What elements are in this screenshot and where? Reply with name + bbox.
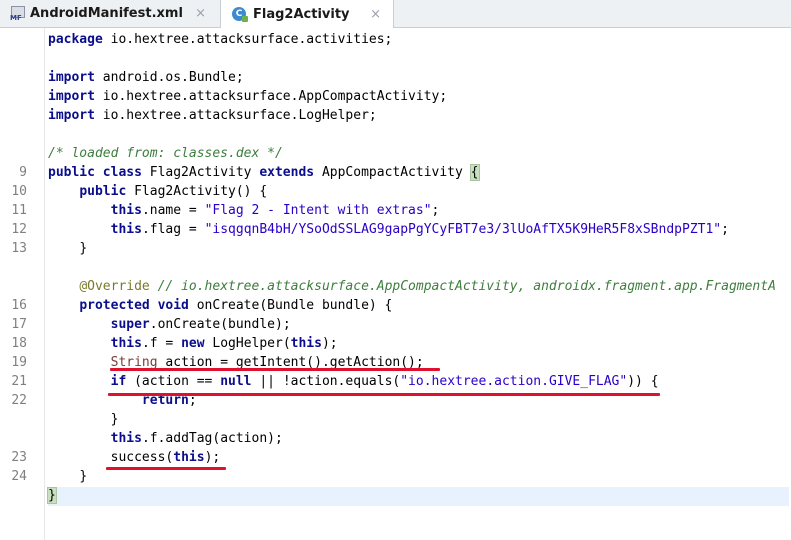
code-line: if (action == null || !action.equals("io… [110,374,659,389]
code-line: } [79,469,88,484]
highlight-underline [108,393,660,396]
matched-brace: { [469,164,480,181]
code-line: this.f = new LogHelper(this); [110,336,338,351]
code-line: } [47,486,57,505]
tab-label: Flag2Activity [253,6,350,22]
code-line: public Flag2Activity() { [79,184,268,199]
line-number: 24 [11,469,27,484]
code-line: success(this); [110,450,221,465]
code-line: public class Flag2Activity extends AppCo… [48,164,480,181]
code-line: this.name = "Flag 2 - Intent with extras… [110,203,440,218]
line-number-gutter: 9 10 11 12 13 16 17 18 19 21 22 23 24 [0,28,44,540]
line-number: 11 [11,203,27,218]
highlight-underline [106,467,226,470]
code-line: } [110,412,119,427]
line-number: 9 [19,165,27,180]
line-number: 16 [11,298,27,313]
code-line: super.onCreate(bundle); [110,317,291,332]
code-line: import io.hextree.attacksurface.LogHelpe… [48,108,377,123]
line-number: 17 [11,317,27,332]
current-line-highlight [48,487,789,506]
matched-brace: } [47,487,57,504]
tab-label: AndroidManifest.xml [30,6,183,21]
line-number: 13 [11,241,27,256]
line-number: 22 [11,393,27,408]
code-line: protected void onCreate(Bundle bundle) { [79,298,393,313]
editor-tab-bar: MF AndroidManifest.xml × C Flag2Activity… [0,0,791,29]
tab-flag2activity[interactable]: C Flag2Activity × [220,0,394,29]
line-number: 21 [11,374,27,389]
code-line: import android.os.Bundle; [48,70,244,85]
manifest-file-icon: MF [10,5,25,22]
line-number: 10 [11,184,27,199]
code-line: import io.hextree.attacksurface.AppCompa… [48,89,448,104]
code-line: } [79,241,88,256]
java-class-icon: C [232,7,248,22]
code-line: @Override // io.hextree.attacksurface.Ap… [79,279,776,294]
code-line: /* loaded from: classes.dex */ [48,146,283,161]
code-line: this.flag = "isqgqnB4bH/YSoOdSSLAG9gapPg… [110,222,729,237]
highlight-underline [110,368,440,371]
line-number: 23 [11,450,27,465]
line-number: 19 [11,355,27,370]
line-number: 18 [11,336,27,351]
close-icon[interactable]: × [195,6,206,21]
line-number: 12 [11,222,27,237]
gutter-divider [44,28,45,540]
close-icon[interactable]: × [370,7,381,22]
tab-android-manifest[interactable]: MF AndroidManifest.xml × [0,0,218,27]
code-line: this.f.addTag(action); [110,431,283,446]
code-line: package io.hextree.attacksurface.activit… [48,32,393,47]
